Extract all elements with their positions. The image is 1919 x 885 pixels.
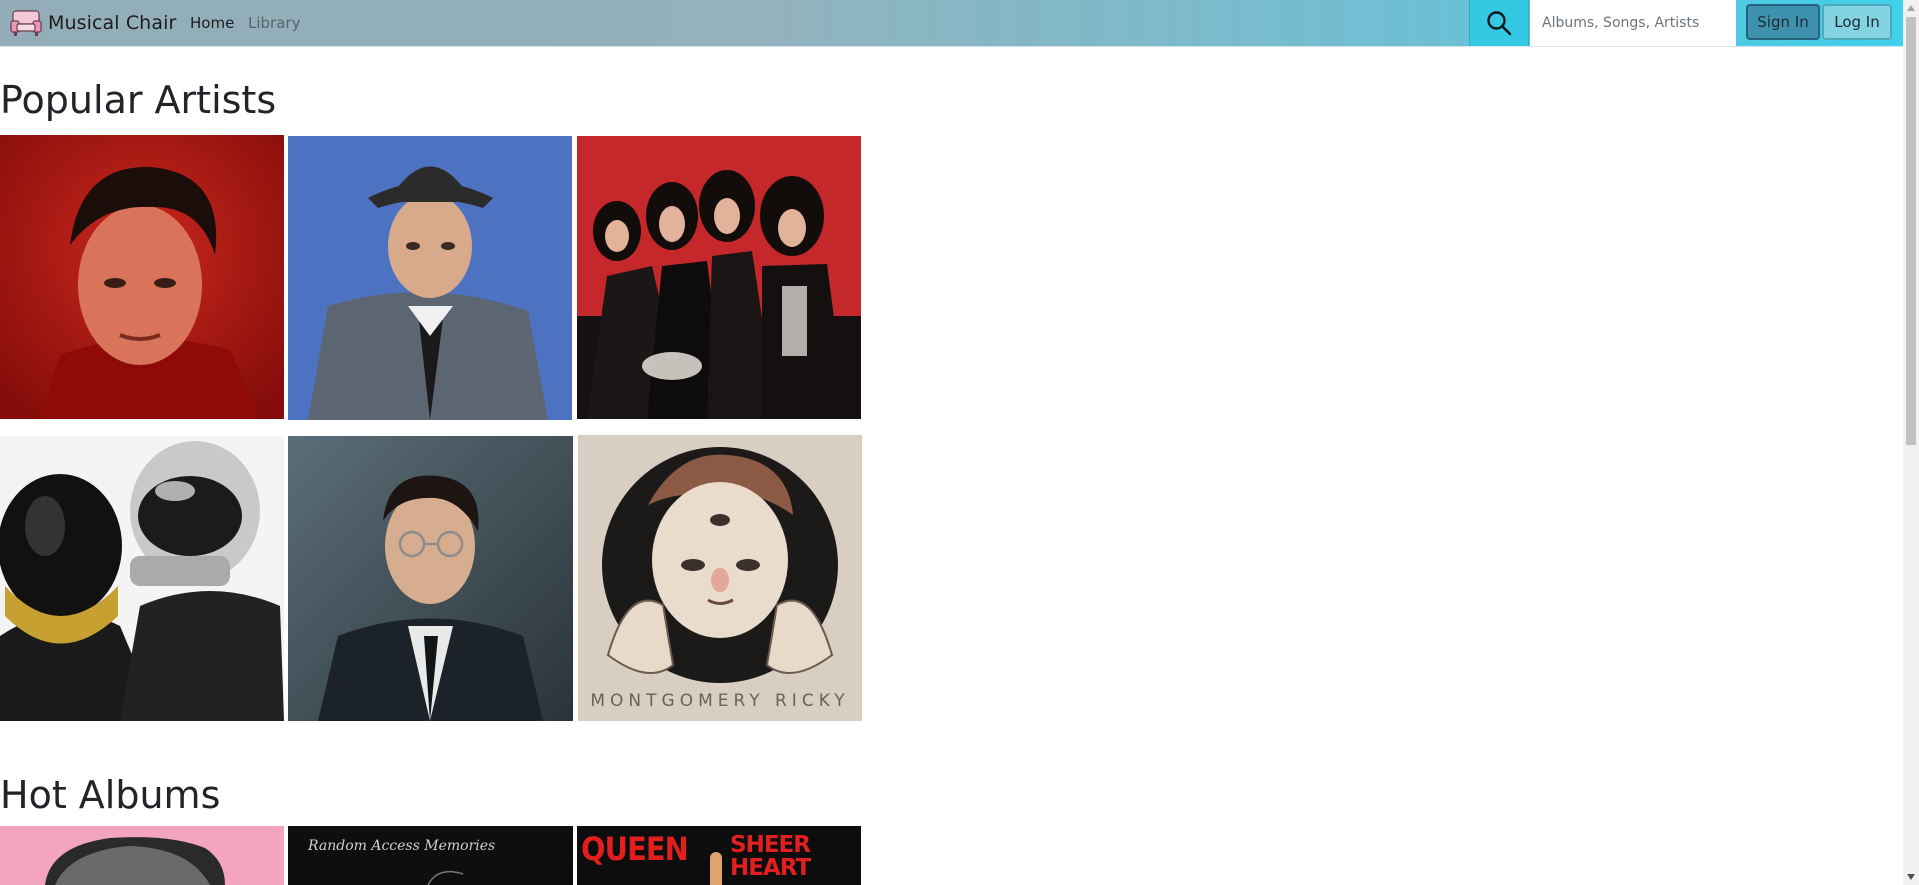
artist-card-4[interactable]	[0, 436, 284, 721]
chair-logo-icon	[10, 10, 42, 36]
artist-card-1[interactable]	[0, 135, 284, 419]
sign-in-button[interactable]: Sign In	[1746, 4, 1820, 40]
search-icon	[1487, 11, 1512, 36]
album-card-3[interactable]: QUEEN SHEER HEART	[577, 826, 861, 885]
album-card-2[interactable]: Random Access Memories	[288, 826, 573, 885]
popular-artists-heading: Popular Artists	[0, 78, 277, 122]
pink-album-cover-icon	[0, 826, 284, 885]
nav-home-link[interactable]: Home	[190, 14, 234, 32]
crooner-fedora-portrait-icon	[288, 136, 572, 420]
elvis-portrait-icon	[0, 135, 284, 419]
album-card-1[interactable]	[0, 826, 284, 885]
man-in-suit-portrait-icon	[288, 436, 573, 721]
album-title-right: SHEER HEART	[730, 832, 811, 881]
scroll-up-arrow-icon[interactable]	[1903, 0, 1919, 16]
album-figure	[710, 852, 722, 885]
helmeted-duo-photo-icon	[0, 436, 284, 721]
page-scrollbar[interactable]	[1903, 0, 1919, 885]
nav-library-link[interactable]: Library	[248, 14, 300, 32]
log-in-button[interactable]: Log In	[1822, 4, 1892, 40]
artist-card-5[interactable]	[288, 436, 573, 721]
search-button[interactable]	[1469, 0, 1529, 46]
artist-card-2[interactable]	[288, 136, 572, 420]
illustrated-face-artwork-icon	[578, 435, 862, 721]
brand-link[interactable]: Musical Chair	[10, 7, 176, 39]
album-title-left: QUEEN	[581, 830, 689, 868]
artist-card-3[interactable]	[577, 136, 861, 419]
top-navbar: Musical Chair Home Library Sign In Log I…	[0, 0, 1903, 47]
artist-card-6[interactable]: MONTGOMERY RICKY	[578, 435, 862, 721]
scroll-down-arrow-icon[interactable]	[1903, 869, 1919, 885]
rock-band-group-photo-icon	[577, 136, 861, 419]
black-handwritten-album-cover-icon: Random Access Memories	[288, 826, 573, 885]
artwork-caption: MONTGOMERY RICKY	[590, 691, 850, 711]
album-script-text: Random Access Memories	[307, 838, 495, 854]
search-input[interactable]	[1530, 0, 1736, 46]
scroll-thumb[interactable]	[1906, 17, 1916, 445]
brand-name: Musical Chair	[48, 12, 177, 34]
hot-albums-heading: Hot Albums	[0, 773, 221, 817]
